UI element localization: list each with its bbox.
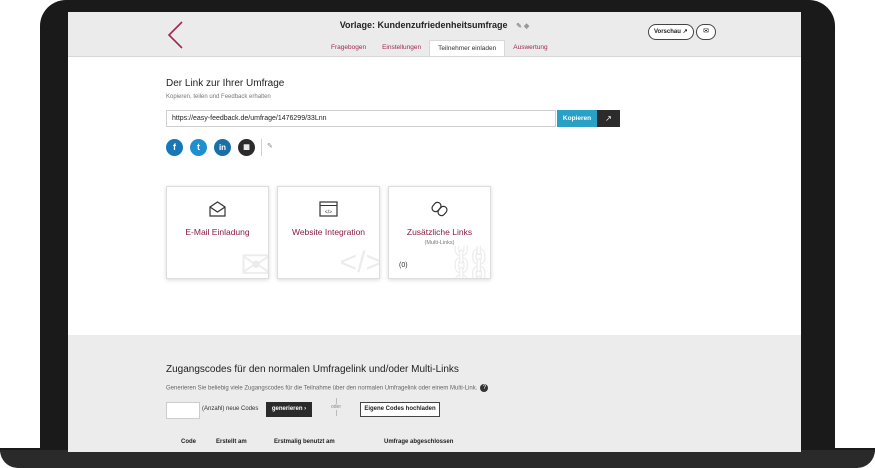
card-title: Zusätzliche Links	[406, 227, 473, 237]
codes-heading: Zugangscodes für den normalen Umfragelin…	[166, 364, 459, 375]
divider	[261, 139, 262, 156]
card-title: Website Integration	[291, 227, 366, 237]
column-header-code[interactable]: Code	[181, 439, 196, 445]
page-title: Vorlage: Kundenzufriedenheitsumfrage	[339, 20, 508, 30]
card-subtitle: (Multi-Links)	[424, 240, 455, 246]
copy-button[interactable]: Kopieren	[557, 110, 597, 127]
column-header-created[interactable]: Erstellt am	[216, 439, 247, 445]
envelope-icon: ✉	[703, 28, 709, 35]
twitter-icon[interactable]: t	[190, 139, 207, 156]
generate-button[interactable]: generieren ›	[266, 402, 312, 417]
link-icon	[431, 201, 448, 217]
code-watermark-icon: </>	[339, 246, 380, 279]
column-header-completed[interactable]: Umfrage abgeschlossen	[384, 439, 453, 445]
or-label: oder	[330, 404, 341, 410]
external-link-icon: ↗	[682, 29, 688, 35]
edit-title-icons[interactable]: ✎ ◆	[516, 22, 529, 30]
tag-icon[interactable]: ◆	[524, 23, 529, 30]
code-window-icon: </>	[319, 201, 338, 217]
qr-code-icon[interactable]: ▦	[238, 139, 255, 156]
tab-einstellungen[interactable]: Einstellungen	[374, 40, 429, 56]
pencil-icon[interactable]: ✎	[516, 23, 522, 30]
tab-bar: Fragebogen Einstellungen Teilnehmer einl…	[323, 40, 556, 56]
website-integration-card[interactable]: </> </> Website Integration	[277, 186, 380, 279]
email-invitation-card[interactable]: ✉ E-Mail Einladung	[166, 186, 269, 279]
preview-label: Vorschau	[654, 29, 681, 35]
links-count: (0)	[399, 262, 408, 269]
tab-fragebogen[interactable]: Fragebogen	[323, 40, 374, 56]
tab-auswertung[interactable]: Auswertung	[505, 40, 555, 56]
preview-button[interactable]: Vorschau ↗	[648, 24, 694, 40]
envelope-icon	[209, 201, 226, 217]
column-header-first-used[interactable]: Erstmalig benutzt am	[274, 439, 335, 445]
codes-description: Generieren Sie beliebig viele Zugangscod…	[166, 384, 489, 392]
laptop-base	[0, 450, 875, 468]
mail-button[interactable]: ✉	[696, 24, 716, 40]
chevron-right-icon: ›	[304, 406, 307, 412]
tab-teilnehmer-einladen[interactable]: Teilnehmer einladen	[429, 40, 506, 56]
linkedin-icon[interactable]: in	[214, 139, 231, 156]
top-bar: Vorlage: Kundenzufriedenheitsumfrage ✎ ◆…	[68, 12, 801, 57]
survey-url-field[interactable]: https://easy-feedback.de/umfrage/1476299…	[166, 110, 556, 127]
card-title: E-Mail Einladung	[185, 227, 250, 237]
envelope-watermark-icon: ✉	[240, 245, 269, 279]
svg-text:</>: </>	[325, 210, 332, 216]
or-separator: oder	[330, 398, 342, 416]
external-link-icon: ↗	[605, 114, 612, 123]
code-count-input[interactable]	[166, 402, 200, 419]
pencil-icon[interactable]: ✎	[267, 142, 273, 150]
additional-links-card[interactable]: ⛓ Zusätzliche Links (Multi-Links) (0)	[388, 186, 491, 279]
upload-codes-button[interactable]: Eigene Codes hochladen	[360, 402, 440, 417]
help-icon[interactable]: ?	[480, 384, 489, 392]
link-heading: Der Link zur Ihrer Umfrage	[166, 78, 285, 89]
facebook-icon[interactable]: f	[166, 139, 183, 156]
app-screen: Vorlage: Kundenzufriedenheitsumfrage ✎ ◆…	[68, 12, 801, 452]
generate-label: generieren	[271, 406, 303, 412]
codes-description-text: Generieren Sie beliebig viele Zugangscod…	[166, 385, 478, 392]
open-link-button[interactable]: ↗	[597, 110, 620, 127]
link-subheading: Kopieren, teilen und Feedback erhalten	[166, 94, 271, 100]
link-watermark-icon: ⛓	[445, 245, 491, 279]
code-count-label: (Anzahl) neue Codes	[202, 406, 259, 412]
access-codes-section	[68, 335, 801, 452]
